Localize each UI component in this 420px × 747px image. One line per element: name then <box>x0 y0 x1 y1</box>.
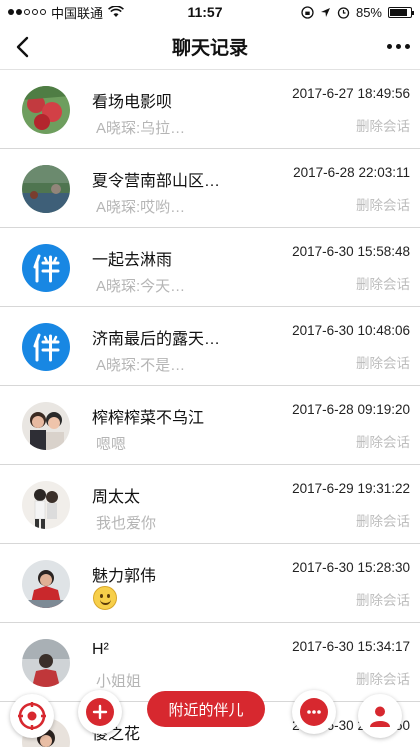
chat-time: 2017-6-30 10:48:06 <box>292 323 410 338</box>
chat-time: 2017-6-27 18:49:56 <box>292 86 410 101</box>
messages-button[interactable] <box>292 690 336 734</box>
avatar <box>22 560 70 608</box>
avatar <box>22 165 70 213</box>
delete-chat-button[interactable]: 删除会话 <box>356 194 410 214</box>
locate-button[interactable] <box>10 694 54 738</box>
chat-list: 看场电影呗 2017-6-27 18:49:56 A晓琛:乌拉… 删除会话 夏令… <box>0 70 420 747</box>
chat-name: 济南最后的露天… <box>92 331 221 348</box>
profile-button[interactable] <box>358 694 402 738</box>
user-icon <box>370 706 390 727</box>
smile-emoji-icon <box>93 586 117 610</box>
chat-preview: A晓琛:不是… <box>96 357 186 374</box>
chat-name: 魅力郭伟 <box>92 568 157 585</box>
wifi-icon <box>108 6 124 17</box>
bottom-bar: 附近的伴儿 <box>0 686 420 747</box>
chat-preview: 我也爱你 <box>96 515 157 532</box>
delete-chat-button[interactable]: 删除会话 <box>356 352 410 372</box>
chat-row[interactable]: 一起去淋雨 2017-6-30 15:58:48 A晓琛:今天… 删除会话 <box>0 228 420 307</box>
chat-name: 周太太 <box>92 489 141 506</box>
carrier-label: 中国联通 <box>51 5 104 21</box>
delete-chat-button[interactable]: 删除会话 <box>356 431 410 451</box>
back-arrow-icon[interactable] <box>0 24 44 70</box>
chat-preview: A晓琛:今天… <box>96 278 186 295</box>
chat-name: 榨榨榨菜不乌江 <box>92 410 205 427</box>
nav-bar: 聊天记录 <box>0 24 420 70</box>
chat-time: 2017-6-30 15:58:48 <box>292 244 410 259</box>
rotation-lock-icon <box>301 5 314 19</box>
delete-chat-button[interactable]: 删除会话 <box>356 668 410 688</box>
brand-logo-avatar <box>22 244 70 292</box>
chat-preview: 嗯嗯 <box>96 436 127 453</box>
battery-icon <box>388 6 414 18</box>
chat-row[interactable]: 魅力郭伟 2017-6-30 15:28:30 删除会话 <box>0 544 420 623</box>
chat-name: 一起去淋雨 <box>92 252 173 269</box>
page-title: 聊天记录 <box>171 38 248 59</box>
delete-chat-button[interactable]: 删除会话 <box>356 273 410 293</box>
chat-time: 2017-6-29 19:31:22 <box>292 481 410 496</box>
avatar <box>22 639 70 687</box>
avatar <box>22 402 70 450</box>
location-icon <box>320 7 330 17</box>
chat-time: 2017-6-28 22:03:11 <box>293 165 410 180</box>
plus-icon <box>86 698 114 726</box>
add-button[interactable] <box>78 690 122 734</box>
chat-preview: A晓琛:哎哟… <box>96 199 186 216</box>
status-time: 11:57 <box>187 4 223 20</box>
locate-icon <box>18 702 46 730</box>
delete-chat-button[interactable]: 删除会话 <box>356 510 410 530</box>
chat-name: H² <box>92 641 109 658</box>
brand-logo-avatar <box>22 323 70 371</box>
chat-preview: A晓琛:乌拉… <box>96 120 186 137</box>
delete-chat-button[interactable]: 删除会话 <box>356 589 410 609</box>
nearby-partners-button[interactable]: 附近的伴儿 <box>147 691 265 727</box>
avatar <box>22 86 70 134</box>
status-bar: 中国联通 11:57 85% <box>0 0 420 24</box>
chat-row[interactable]: 周太太 2017-6-29 19:31:22 我也爱你 删除会话 <box>0 465 420 544</box>
chat-row[interactable]: 济南最后的露天… 2017-6-30 10:48:06 A晓琛:不是… 删除会话 <box>0 307 420 386</box>
battery-percent: 85% <box>355 4 382 20</box>
chat-bubble-icon <box>300 698 328 726</box>
chat-row[interactable]: 夏令营南部山区… 2017-6-28 22:03:11 A晓琛:哎哟… 删除会话 <box>0 149 420 228</box>
chat-time: 2017-6-28 09:19:20 <box>292 402 410 417</box>
chat-name: 夏令营南部山区… <box>92 173 221 190</box>
alarm-icon <box>337 6 350 19</box>
chat-row[interactable]: 看场电影呗 2017-6-27 18:49:56 A晓琛:乌拉… 删除会话 <box>0 70 420 149</box>
chat-name: 看场电影呗 <box>92 94 173 111</box>
chat-time: 2017-6-30 15:34:17 <box>292 639 410 654</box>
more-icon[interactable] <box>376 24 420 70</box>
avatar <box>22 481 70 529</box>
signal-icon <box>8 9 46 15</box>
delete-chat-button[interactable]: 删除会话 <box>356 115 410 135</box>
chat-row[interactable]: 榨榨榨菜不乌江 2017-6-28 09:19:20 嗯嗯 删除会话 <box>0 386 420 465</box>
chat-time: 2017-6-30 15:28:30 <box>292 560 410 575</box>
